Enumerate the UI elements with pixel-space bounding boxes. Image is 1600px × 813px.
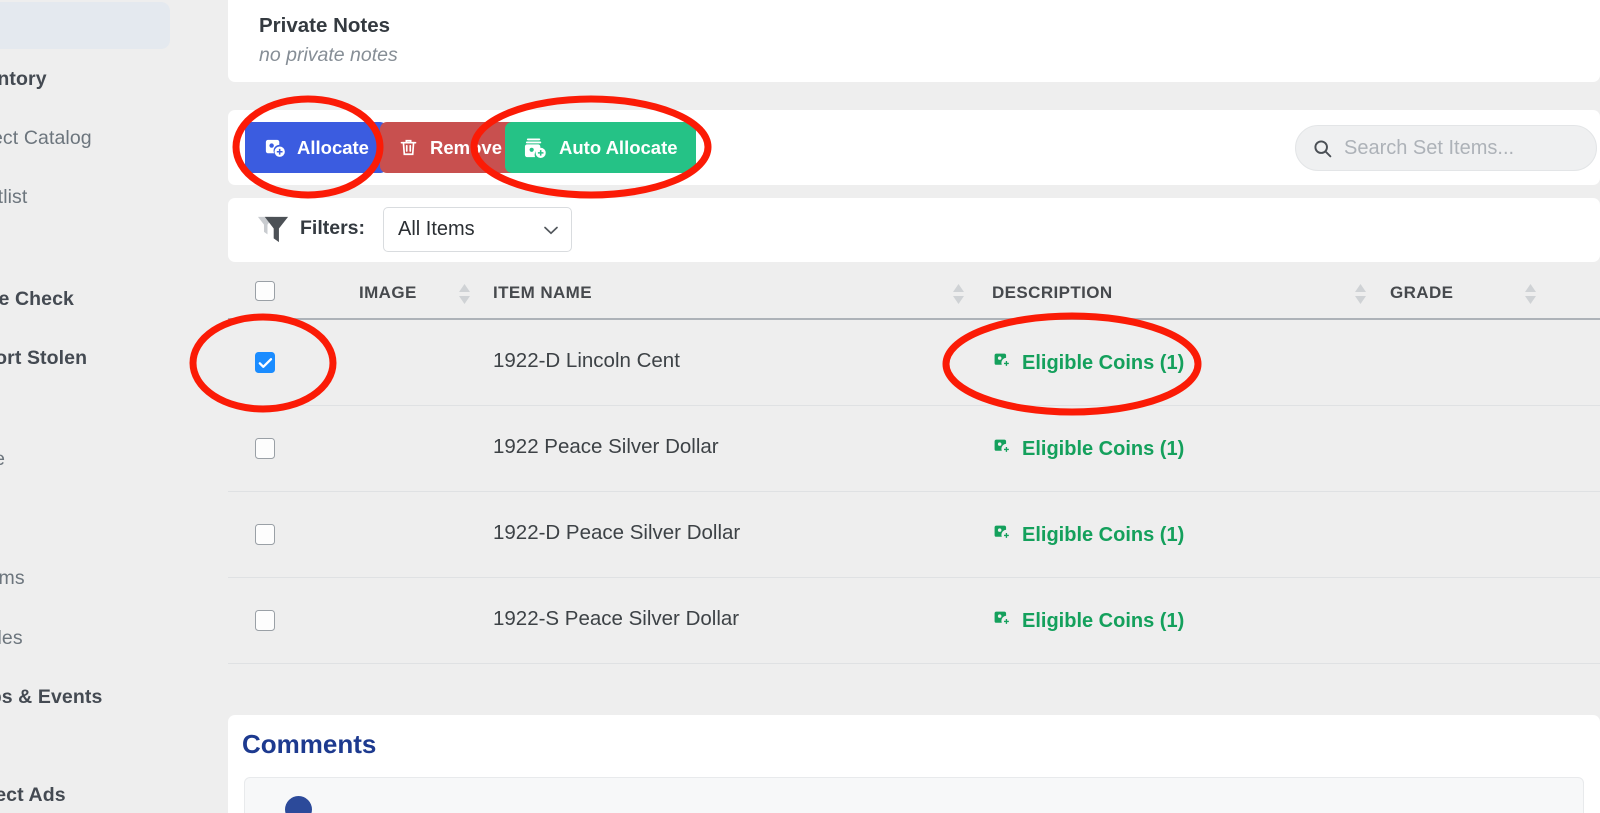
sidebar-item-collect-ads[interactable]: Collect Ads	[0, 772, 170, 813]
table-row[interactable]: 1922-D Lincoln Cent Eligible Coins (1)	[228, 320, 1600, 406]
filters-card: Filters: All Items	[228, 198, 1600, 262]
sort-icon-item-name[interactable]	[952, 284, 965, 309]
sidebar-item-label: Collect Catalog	[0, 127, 92, 149]
filters-label: Filters:	[300, 217, 366, 239]
sidebar-item-report-stolen[interactable]: Report Stolen	[0, 335, 170, 382]
sidebar-item-forums[interactable]: Forums	[0, 555, 170, 602]
sidebar-item-label: Inventory	[0, 68, 47, 90]
app-root: Sets Inventory Collect Catalog Wantlist Valu…	[0, 0, 1600, 813]
sidebar-item-clubs-events[interactable]: Clubs & Events	[0, 674, 170, 721]
filter-funnel-icon	[256, 213, 291, 246]
column-header-item-name[interactable]: ITEM NAME	[493, 283, 592, 303]
auto-allocate-button[interactable]: Auto Allocate	[505, 122, 696, 173]
sidebar-item-label: Clubs & Events	[0, 686, 103, 708]
comment-entry-box[interactable]	[244, 777, 1584, 813]
sort-icon-image[interactable]	[458, 284, 471, 309]
sidebar-item-label: Wantlist	[0, 186, 28, 208]
eligible-coins-icon	[992, 436, 1013, 462]
remove-button[interactable]: Remove	[380, 122, 520, 173]
sort-icon-description[interactable]	[1354, 284, 1367, 309]
allocate-button[interactable]: Allocate	[245, 122, 387, 173]
row-checkbox[interactable]	[255, 610, 275, 631]
auto-allocate-coins-icon	[523, 136, 548, 159]
avatar	[285, 796, 312, 813]
set-items-table: IMAGE ITEM NAME DESCRIPTION GRADE 1922-D…	[228, 266, 1600, 664]
table-header-row: IMAGE ITEM NAME DESCRIPTION GRADE	[228, 266, 1600, 320]
allocate-button-label: Allocate	[297, 136, 369, 158]
sidebar-item-label: Articles	[0, 627, 23, 649]
eligible-coins-label: Eligible Coins (1)	[1022, 351, 1185, 374]
private-notes-title: Private Notes	[259, 14, 391, 37]
action-toolbar-card: Allocate Remove Auto Allocate Search Set…	[228, 110, 1600, 185]
eligible-coins-label: Eligible Coins (1)	[1022, 523, 1185, 546]
sidebar-item-inventory[interactable]: Inventory	[0, 56, 170, 103]
comments-card: Comments	[228, 715, 1600, 813]
table-row[interactable]: 1922-S Peace Silver Dollar Eligible Coins…	[228, 578, 1600, 664]
sidebar-item-store[interactable]: Store	[0, 436, 170, 483]
eligible-coins-icon	[992, 350, 1013, 376]
eligible-coins-link[interactable]: Eligible Coins (1)	[992, 350, 1184, 376]
column-header-description[interactable]: DESCRIPTION	[992, 283, 1113, 303]
trash-icon	[398, 136, 419, 159]
main-content: Private Notes no private notes Allocate	[228, 0, 1600, 813]
row-checkbox[interactable]	[255, 438, 275, 459]
row-checkbox[interactable]	[255, 352, 275, 373]
sidebar: Sets Inventory Collect Catalog Wantlist Valu…	[0, 0, 228, 813]
search-placeholder: Search Set Items...	[1344, 136, 1515, 159]
item-name-cell: 1922-D Peace Silver Dollar	[493, 521, 741, 544]
eligible-coins-link[interactable]: Eligible Coins (1)	[992, 522, 1184, 548]
chevron-down-icon	[543, 225, 559, 236]
table-body: 1922-D Lincoln Cent Eligible Coins (1) 192…	[228, 320, 1600, 664]
sidebar-item-value-check[interactable]: Value Check	[0, 276, 170, 323]
private-notes-empty-text: no private notes	[259, 44, 398, 66]
sort-icon-grade[interactable]	[1524, 284, 1537, 309]
table-row[interactable]: 1922-D Peace Silver Dollar Eligible Coins…	[228, 492, 1600, 578]
column-header-image[interactable]: IMAGE	[359, 283, 417, 303]
comments-title: Comments	[242, 729, 377, 759]
sidebar-item-label: Value Check	[0, 288, 74, 310]
sidebar-item-wantlist[interactable]: Wantlist	[0, 174, 170, 221]
eligible-coins-label: Eligible Coins (1)	[1022, 609, 1185, 632]
table-row[interactable]: 1922 Peace Silver Dollar Eligible Coins (…	[228, 406, 1600, 492]
allocate-coin-add-icon	[263, 136, 286, 159]
sidebar-item-sets[interactable]: Sets	[0, 2, 170, 49]
search-set-items-input[interactable]: Search Set Items...	[1295, 125, 1597, 171]
column-header-grade[interactable]: GRADE	[1390, 283, 1453, 303]
select-all-checkbox[interactable]	[255, 281, 275, 301]
item-name-cell: 1922-D Lincoln Cent	[493, 349, 680, 372]
eligible-coins-label: Eligible Coins (1)	[1022, 437, 1185, 460]
row-checkbox[interactable]	[255, 524, 275, 545]
eligible-coins-icon	[992, 522, 1013, 548]
eligible-coins-link[interactable]: Eligible Coins (1)	[992, 436, 1184, 462]
eligible-coins-link[interactable]: Eligible Coins (1)	[992, 608, 1184, 634]
filter-selected-value: All Items	[398, 218, 475, 240]
sidebar-item-label: Store	[0, 448, 5, 471]
item-name-cell: 1922-S Peace Silver Dollar	[493, 607, 740, 630]
auto-allocate-button-label: Auto Allocate	[559, 136, 678, 158]
eligible-coins-icon	[992, 608, 1013, 634]
filter-select[interactable]: All Items	[383, 207, 572, 252]
sidebar-item-articles[interactable]: Articles	[0, 615, 170, 662]
sidebar-item-collect-catalog[interactable]: Collect Catalog	[0, 115, 170, 162]
sidebar-item-label: Collect Ads	[0, 784, 66, 806]
sidebar-item-label: Forums	[0, 567, 25, 589]
item-name-cell: 1922 Peace Silver Dollar	[493, 435, 719, 458]
remove-button-label: Remove	[430, 136, 502, 158]
private-notes-card: Private Notes no private notes	[228, 0, 1600, 82]
search-icon	[1312, 138, 1333, 159]
sidebar-item-label: Report Stolen	[0, 347, 88, 369]
